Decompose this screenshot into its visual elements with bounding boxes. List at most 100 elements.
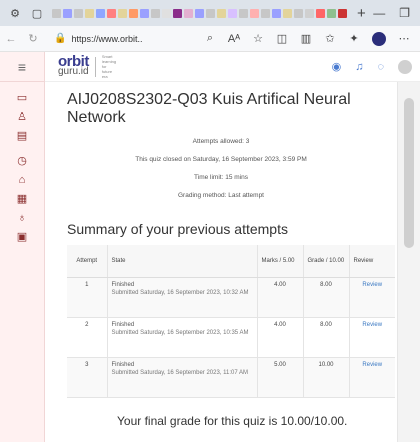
browser-tab[interactable]: [129, 8, 138, 18]
browser-tab[interactable]: [250, 8, 259, 18]
attempt-marks: 4.00: [256, 277, 303, 318]
graduation-icon[interactable]: ♁: [0, 208, 44, 227]
browser-tab[interactable]: [151, 8, 160, 18]
browser-tab[interactable]: [217, 8, 226, 18]
browser-tab[interactable]: [140, 8, 149, 18]
page-scrollbar[interactable]: [397, 82, 420, 442]
browser-tab[interactable]: [173, 8, 182, 18]
attempt-state: Finished Submitted Saturday, 16 Septembe…: [106, 357, 257, 398]
browser-tab[interactable]: [118, 8, 127, 18]
attempts-allowed: Attempts allowed: 3: [192, 138, 250, 145]
browser-tabs: [52, 8, 347, 18]
language-icon[interactable]: ◉: [332, 60, 342, 73]
more-icon[interactable]: ⋯: [392, 32, 416, 45]
url-text: https://www.orbit..: [71, 33, 143, 44]
avatar[interactable]: [398, 59, 412, 74]
url-field[interactable]: 🔒 https://www.orbit..: [48, 30, 198, 48]
minimize-icon[interactable]: —: [373, 6, 385, 20]
browser-tab[interactable]: [228, 8, 237, 18]
sidebar: ≡ ▭ ♙ ▤ ◷ ⌂ ▦ ♁ ▣: [0, 52, 45, 442]
reader-icon[interactable]: Aᴬ: [222, 33, 246, 45]
grid-icon[interactable]: ▦: [0, 189, 44, 208]
notification-icon[interactable]: ♫: [355, 61, 363, 73]
refresh-icon[interactable]: ↻: [22, 32, 44, 45]
logo-brand-bottom: guru.id: [58, 65, 89, 77]
attempt-grade: 10.00: [302, 357, 349, 398]
browser-tab[interactable]: [206, 8, 215, 18]
browser-tab[interactable]: [96, 8, 105, 18]
browser-tab[interactable]: [107, 8, 116, 18]
message-icon[interactable]: ◌: [377, 61, 384, 73]
browser-tab[interactable]: [239, 8, 248, 18]
column-header-marks: Marks / 5.00: [256, 245, 303, 278]
review-link[interactable]: Review: [348, 277, 395, 318]
grading-method: Grading method: Last attempt: [178, 192, 264, 199]
new-tab-icon[interactable]: +: [357, 5, 366, 22]
review-link[interactable]: Review: [348, 357, 395, 398]
favorites-bar-icon[interactable]: ✩: [318, 32, 342, 45]
profile-icon[interactable]: [372, 31, 386, 46]
browser-tab[interactable]: [74, 8, 83, 18]
calendar-icon[interactable]: ▣: [0, 227, 44, 246]
back-icon[interactable]: ←: [0, 33, 22, 45]
copilot-icon[interactable]: ✦: [342, 32, 366, 45]
submitted-date: Submitted Saturday, 16 September 2023, 1…: [111, 369, 249, 376]
address-bar-row: ← ↻ 🔒 https://www.orbit.. ⌕ Aᴬ ☆ ◫ ▥ ✩ ✦…: [0, 26, 420, 52]
table-header-row: Attempt State Marks / 5.00 Grade / 10.00…: [67, 245, 395, 278]
table-row: 2 Finished Submitted Saturday, 16 Septem…: [67, 317, 395, 358]
attempt-marks: 4.00: [256, 317, 303, 358]
window-controls: — ❐: [373, 6, 410, 20]
browser-tab[interactable]: [327, 8, 336, 18]
browser-tab[interactable]: [63, 8, 72, 18]
search-icon[interactable]: ⌕: [198, 32, 222, 45]
user-icon[interactable]: ♙: [0, 107, 44, 126]
browser-tab[interactable]: [272, 8, 281, 18]
split-screen-icon[interactable]: ▥: [294, 32, 318, 45]
attempt-grade: 8.00: [302, 277, 349, 318]
browser-tab[interactable]: [85, 8, 94, 18]
state-label: Finished: [111, 281, 135, 288]
summary-heading: Summary of your previous attempts: [67, 221, 288, 237]
browser-tab[interactable]: [162, 8, 171, 18]
site-header: orbit guru.id Smart learning for future …: [45, 52, 420, 82]
browser-tab[interactable]: [261, 8, 270, 18]
state-label: Finished: [111, 321, 135, 328]
browser-tab-strip: ⚙ ▢ + — ❐: [0, 0, 420, 26]
favorite-icon[interactable]: ☆: [246, 32, 270, 45]
browser-tab[interactable]: [52, 8, 61, 18]
home-icon[interactable]: ⌂: [0, 170, 44, 189]
time-limit: Time limit: 15 mins: [194, 174, 248, 181]
lock-icon[interactable]: 🔒: [54, 33, 66, 44]
folder-icon[interactable]: ▭: [0, 88, 44, 107]
scrollbar-thumb[interactable]: [404, 98, 414, 248]
tab-actions-icon[interactable]: ▢: [30, 6, 44, 20]
attempt-number: 3: [67, 357, 107, 398]
browser-tab[interactable]: [195, 8, 204, 18]
extensions-icon[interactable]: ◫: [270, 32, 294, 45]
browser-tab[interactable]: [294, 8, 303, 18]
time-icon[interactable]: ◷: [0, 151, 44, 170]
submitted-date: Submitted Saturday, 16 September 2023, 1…: [111, 329, 249, 336]
browser-tab[interactable]: [305, 8, 314, 18]
column-header-attempt: Attempt: [67, 245, 107, 278]
book-icon[interactable]: ▤: [0, 126, 44, 145]
attempts-table: Attempt State Marks / 5.00 Grade / 10.00…: [67, 245, 395, 398]
attempt-marks: 5.00: [256, 357, 303, 398]
final-grade: Your final grade for this quiz is 10.00/…: [117, 414, 348, 428]
column-header-review: Review: [348, 245, 395, 278]
quiz-closed-date: This quiz closed on Saturday, 16 Septemb…: [135, 156, 307, 163]
maximize-icon[interactable]: ❐: [399, 6, 410, 20]
attempt-number: 1: [67, 277, 107, 318]
browser-tab[interactable]: [338, 8, 347, 18]
browser-tab[interactable]: [316, 8, 325, 18]
menu-icon[interactable]: ≡: [0, 52, 44, 82]
site-logo[interactable]: orbit guru.id Smart learning for future …: [58, 54, 117, 80]
review-link[interactable]: Review: [348, 317, 395, 358]
settings-icon[interactable]: ⚙: [8, 6, 22, 20]
browser-tab[interactable]: [283, 8, 292, 18]
table-row: 3 Finished Submitted Saturday, 16 Septem…: [67, 357, 395, 398]
column-header-grade: Grade / 10.00: [302, 245, 349, 278]
logo-tagline: Smart learning for future era: [101, 54, 117, 79]
attempt-grade: 8.00: [302, 317, 349, 358]
browser-tab[interactable]: [184, 8, 193, 18]
